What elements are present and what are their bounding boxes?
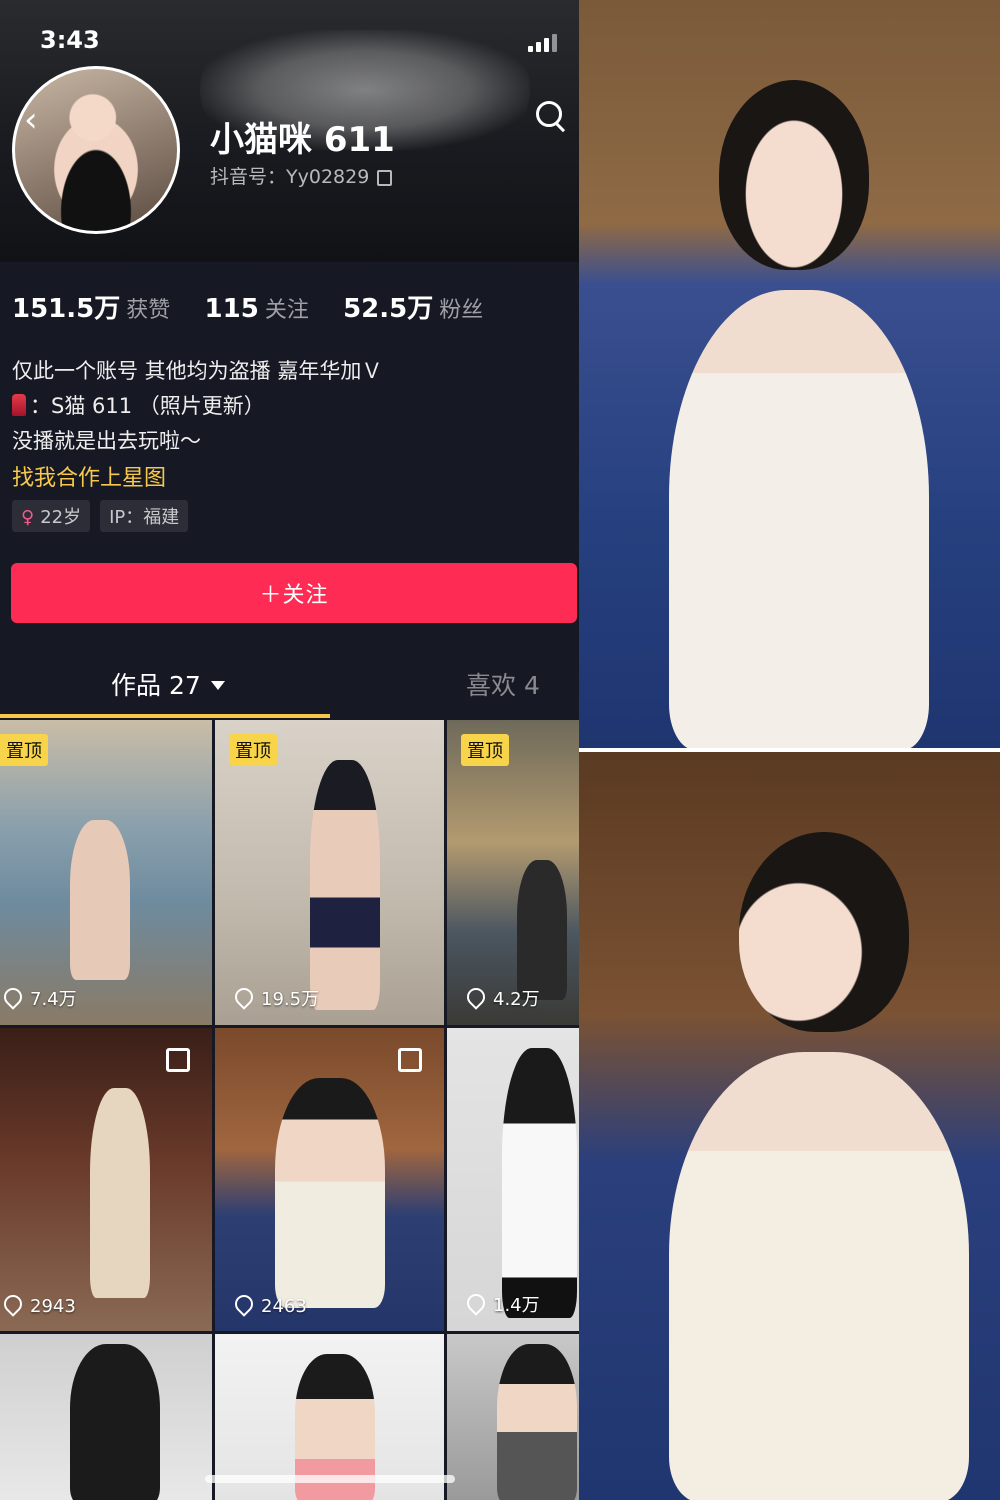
profile-tags: ♀ 22岁 IP：福建 [12,500,189,532]
thumbnail-figure [517,860,567,1000]
username: 小猫咪 611 [210,120,395,160]
thumbnail-figure [70,1344,160,1500]
business-link[interactable]: 找我合作上星图 [12,460,166,492]
tab-works[interactable]: 作品 27 [111,666,225,702]
active-tab-indicator [0,714,330,718]
thumbnail-figure [90,1088,150,1298]
douyin-id: 抖音号：Yy02829 [210,162,393,189]
thumbnail-figure [70,820,130,980]
bio-line: 没播就是出去玩啦～ [12,429,201,453]
likes-count[interactable]: 151.5万 [12,294,120,324]
pinned-badge: 置顶 [0,734,48,766]
profile-screen: 3:43 ‹ 小猫咪 611 抖音号：Yy02829 151.5万 获赞 115 关… [0,0,579,1500]
heart-icon [0,1291,26,1317]
heart-icon [463,984,489,1010]
followers-label: 粉丝 [439,298,484,323]
video-thumbnail[interactable]: 2463 [215,1028,444,1331]
search-icon[interactable] [536,101,562,127]
pinned-badge: 置顶 [461,734,509,766]
video-thumbnail[interactable] [447,1334,579,1500]
douyin-id-text: 抖音号：Yy02829 [210,166,370,188]
like-count-text: 1.4万 [493,1295,540,1316]
video-thumbnail[interactable]: 置顶 19.5万 [215,720,444,1025]
caret-down-icon[interactable] [210,681,225,690]
video-thumbnail[interactable] [0,1334,212,1500]
like-count: 2943 [0,1291,76,1317]
heart-icon [231,984,257,1010]
photo-figure [669,290,929,748]
like-count-text: 4.2万 [493,989,540,1010]
like-count: 7.4万 [0,984,77,1011]
signal-icon [528,32,568,52]
photo-figure [669,1052,969,1500]
bio-line-text: ：S猫 611 （照片更新） [30,394,265,418]
multi-image-icon [398,1048,422,1072]
heart-icon [231,1291,257,1317]
like-count-text: 19.5万 [261,989,320,1010]
bio: 仅此一个账号 其他均为盗播 嘉年华加Ｖ ：S猫 611 （照片更新） 没播就是出… [12,354,382,459]
like-count: 1.4万 [463,1290,540,1317]
avatar[interactable] [12,66,180,234]
thumbnail-figure [502,1048,577,1318]
like-count-text: 2463 [261,1296,307,1317]
scarf-icon [12,394,26,416]
like-count-text: 7.4万 [30,989,77,1010]
thumbnail-figure [275,1078,385,1308]
video-thumbnail[interactable]: 置顶 7.4万 [0,720,212,1025]
bio-line: 仅此一个账号 其他均为盗播 嘉年华加Ｖ [12,359,383,383]
back-arrow-icon[interactable]: ‹ [24,100,38,140]
photo-figure [739,832,909,1032]
multi-image-icon [166,1048,190,1072]
photo-bottom [579,752,1000,1500]
status-time: 3:43 [40,26,100,54]
video-thumbnail[interactable]: 置顶 4.2万 [447,720,579,1025]
age-text: 22岁 [40,507,82,528]
like-count: 19.5万 [231,984,320,1011]
follow-button[interactable]: ＋关注 [11,563,577,623]
like-count: 2463 [231,1291,307,1317]
age-tag: ♀ 22岁 [12,500,91,532]
thumbnail-figure [310,760,380,1010]
heart-icon [0,984,26,1010]
female-icon: ♀ [21,507,35,528]
video-thumbnail[interactable]: 1.4万 [447,1028,579,1331]
profile-stats: 151.5万 获赞 115 关注 52.5万 粉丝 [12,288,509,325]
tab-works-label: 作品 27 [111,671,201,700]
copy-icon[interactable] [377,169,393,186]
ip-tag: IP：福建 [100,500,189,532]
like-count: 4.2万 [463,984,540,1011]
like-count-text: 2943 [30,1296,76,1317]
video-thumbnail[interactable]: 2943 [0,1028,212,1331]
home-indicator[interactable] [205,1475,455,1483]
following-label: 关注 [264,298,309,323]
likes-label: 获赞 [126,298,171,323]
thumbnail-figure [497,1344,577,1500]
tab-likes[interactable]: 喜欢 4 [466,666,540,702]
photo-top [579,0,1000,748]
profile-header: 3:43 ‹ 小猫咪 611 抖音号：Yy02829 [0,0,579,262]
heart-icon [463,1290,489,1316]
followers-count[interactable]: 52.5万 [343,294,433,324]
bio-line: ：S猫 611 （照片更新） [12,389,382,424]
following-count[interactable]: 115 [205,294,259,324]
photo-figure [719,80,869,270]
pinned-badge: 置顶 [229,734,277,766]
